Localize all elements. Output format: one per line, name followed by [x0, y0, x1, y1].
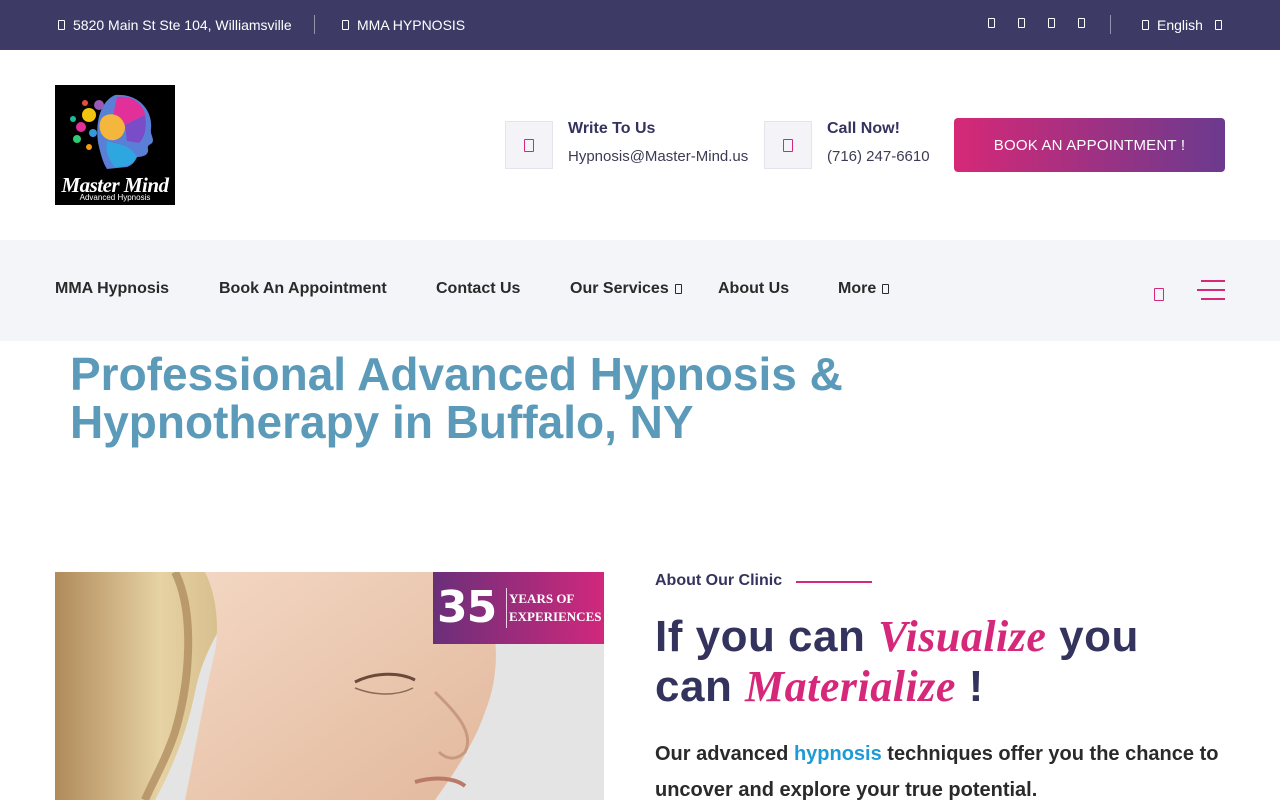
nav-label: Book An Appointment — [219, 280, 387, 297]
nav-item-our-services[interactable]: Our Services — [570, 280, 682, 298]
nav-item-book-appointment[interactable]: Book An Appointment — [219, 280, 387, 298]
about-heading-text: can — [655, 662, 746, 711]
email-icon-box[interactable] — [505, 121, 553, 169]
badge-divider — [506, 588, 507, 628]
map-marker-icon — [58, 20, 65, 30]
about-heading-text: ! — [955, 662, 984, 711]
about-heading: If you can Visualize you can Materialize… — [655, 612, 1255, 712]
page-title-line1: Professional Advanced Hypnosis & — [70, 348, 843, 400]
header: Master Mind Advanced Hypnosis Write To U… — [0, 50, 1280, 240]
experience-years: 35 — [437, 582, 497, 633]
phone-icon-box[interactable] — [764, 121, 812, 169]
brand-text: MMA HYPNOSIS — [357, 17, 466, 33]
topbar-divider — [1110, 15, 1111, 34]
search-icon[interactable] — [1154, 288, 1164, 301]
globe-icon — [1142, 20, 1149, 30]
youtube-icon[interactable] — [1078, 18, 1085, 28]
nav-label: About Us — [718, 280, 790, 297]
logo[interactable]: Master Mind Advanced Hypnosis — [55, 85, 175, 205]
experience-label-line2: EXPERIENCES — [509, 609, 602, 624]
about-section-label: About Our Clinic — [655, 572, 783, 589]
relaxing-woman-image: 35 YEARS OF EXPERIENCES — [55, 572, 604, 800]
globe-icon — [342, 20, 349, 30]
experience-label-line1: YEARS OF — [509, 591, 575, 606]
experience-label: YEARS OF EXPERIENCES — [509, 590, 604, 626]
book-appointment-button[interactable]: BOOK AN APPOINTMENT ! — [954, 118, 1225, 172]
nav-label: Contact Us — [436, 280, 521, 297]
about-heading-text: If you can — [655, 612, 879, 661]
menu-line — [1197, 289, 1225, 291]
email-link[interactable]: Hypnosis@Master-Mind.us — [568, 148, 748, 165]
menu-line — [1201, 298, 1225, 300]
about-heading-text: you — [1046, 612, 1139, 661]
about-description: Our advanced hypnosis techniques offer y… — [655, 736, 1245, 800]
twitter-icon[interactable] — [1018, 18, 1025, 28]
address-text: 5820 Main St Ste 104, Williamsville — [73, 17, 292, 33]
hypnosis-link[interactable]: hypnosis — [794, 743, 882, 765]
hamburger-menu-button[interactable] — [1197, 280, 1225, 300]
instagram-icon[interactable] — [1048, 18, 1055, 28]
main-nav: MMA Hypnosis Book An Appointment Contact… — [0, 240, 1280, 341]
experience-badge: 35 YEARS OF EXPERIENCES — [433, 572, 604, 644]
email-title: Write To Us — [568, 120, 656, 137]
page-title-line2: Hypnotherapy in Buffalo, NY — [70, 396, 694, 448]
facebook-icon[interactable] — [988, 18, 995, 28]
page-title: Professional Advanced Hypnosis & Hypnoth… — [70, 350, 970, 446]
phone-icon — [783, 138, 793, 152]
phone-link[interactable]: (716) 247-6610 — [827, 148, 930, 165]
nav-label: Our Services — [570, 280, 669, 297]
address-item[interactable]: 5820 Main St Ste 104, Williamsville — [58, 16, 292, 34]
nav-item-more[interactable]: More — [838, 280, 890, 298]
about-section-rule — [796, 581, 872, 583]
language-text: English — [1157, 17, 1203, 33]
chevron-down-icon — [674, 284, 682, 294]
chevron-down-icon — [1214, 20, 1222, 30]
topbar-divider — [314, 15, 315, 34]
about-heading-accent: Visualize — [878, 612, 1047, 661]
top-bar: 5820 Main St Ste 104, Williamsville MMA … — [0, 0, 1280, 50]
nav-item-contact-us[interactable]: Contact Us — [436, 280, 520, 298]
envelope-icon — [524, 138, 534, 152]
about-heading-accent: Materialize — [745, 662, 956, 711]
menu-line — [1201, 280, 1225, 282]
chevron-down-icon — [882, 284, 890, 294]
nav-item-mma-hypnosis[interactable]: MMA Hypnosis — [55, 280, 169, 298]
logo-subtitle: Advanced Hypnosis — [79, 193, 151, 202]
nav-item-about-us[interactable]: About Us — [718, 280, 789, 298]
phone-title: Call Now! — [827, 120, 900, 137]
nav-label: MMA Hypnosis — [55, 280, 170, 297]
language-selector[interactable]: English — [1142, 16, 1222, 34]
about-text-segment: Our advanced — [655, 743, 794, 765]
nav-label: More — [838, 280, 877, 297]
brand-item[interactable]: MMA HYPNOSIS — [342, 16, 465, 34]
